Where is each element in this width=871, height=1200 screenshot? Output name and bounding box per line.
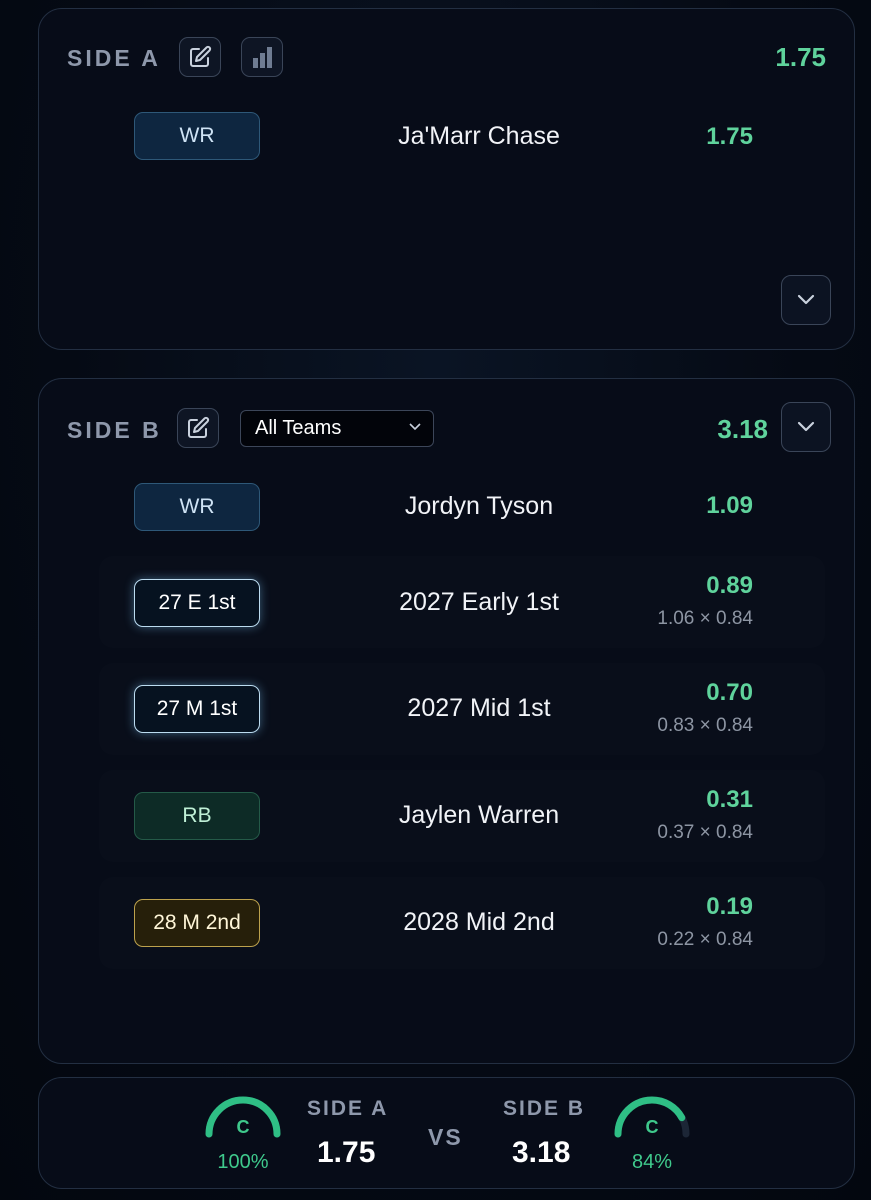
edit-icon [188,416,210,438]
player-value: 1.09 [706,492,753,519]
chevron-down-icon [797,294,815,305]
bar-chart-icon [253,47,272,68]
summary-side-b-label: SIDE B [503,1097,586,1120]
player-row[interactable]: 27 M 1st 2027 Mid 1st 0.70 0.83 × 0.84 [99,663,825,755]
edit-icon [190,45,212,67]
summary-side-a-value: 1.75 [317,1136,376,1169]
player-row[interactable]: WR Jordyn Tyson 1.09 [99,459,825,551]
side-a-grade: C [236,1117,250,1137]
player-name: 2027 Mid 1st [407,694,551,722]
position-badge: 27 E 1st [134,579,260,627]
position-badge: WR [134,112,260,160]
trade-summary-panel: C 100% SIDE A 1.75 VS SIDE B 3.18 C 84% [38,1077,855,1189]
side-a-chart-button[interactable] [241,37,283,77]
player-value-calc: 0.22 × 0.84 [657,929,753,950]
player-row[interactable]: 28 M 2nd 2028 Mid 2nd 0.19 0.22 × 0.84 [99,877,825,969]
side-a-panel: SIDE A 1.75 WR Ja'Marr Chase 1.75 [38,8,855,350]
player-name: Ja'Marr Chase [398,122,560,150]
side-a-expand-button[interactable] [781,275,831,325]
summary-side-a-label: SIDE A [307,1097,389,1120]
player-name: 2028 Mid 2nd [403,908,555,936]
player-value: 0.31 [706,786,753,813]
position-badge: WR [134,483,260,531]
versus-label: VS [428,1124,463,1150]
side-b-title: SIDE B [67,417,162,443]
player-value: 1.75 [706,123,753,150]
position-badge: 28 M 2nd [134,899,260,947]
summary-side-b-value: 3.18 [512,1136,571,1169]
side-b-grade: C [645,1117,659,1137]
chevron-down-icon [797,421,815,432]
position-badge: 27 M 1st [134,685,260,733]
side-b-percent: 84% [631,1151,673,1173]
side-a-percent: 100% [217,1151,269,1173]
player-name: Jaylen Warren [398,801,560,829]
side-a-edit-button[interactable] [179,37,221,77]
side-a-total: 1.75 [775,42,826,72]
player-row[interactable]: 27 E 1st 2027 Early 1st 0.89 1.06 × 0.84 [99,556,825,648]
player-value-calc: 1.06 × 0.84 [657,608,753,629]
player-row[interactable]: RB Jaylen Warren 0.31 0.37 × 0.84 [99,770,825,862]
player-row[interactable]: WR Ja'Marr Chase 1.75 [99,89,825,181]
side-a-title: SIDE A [67,45,161,71]
side-b-panel: SIDE B All Teams 3.18 WR Jordyn Tyson 1.… [38,378,855,1064]
side-b-edit-button[interactable] [177,408,219,448]
chevron-down-icon [409,423,421,431]
player-value: 0.89 [706,572,753,599]
position-badge: RB [134,792,260,840]
player-name: 2027 Early 1st [399,588,559,616]
player-value: 0.70 [706,679,753,706]
side-b-expand-button[interactable] [781,402,831,452]
player-value-calc: 0.37 × 0.84 [657,822,753,843]
player-name: Jordyn Tyson [404,492,554,520]
player-value-calc: 0.83 × 0.84 [657,715,753,736]
side-b-total: 3.18 [717,414,768,444]
team-filter-select[interactable]: All Teams [240,410,434,447]
player-value: 0.19 [706,893,753,920]
team-filter-value: All Teams [255,417,342,439]
